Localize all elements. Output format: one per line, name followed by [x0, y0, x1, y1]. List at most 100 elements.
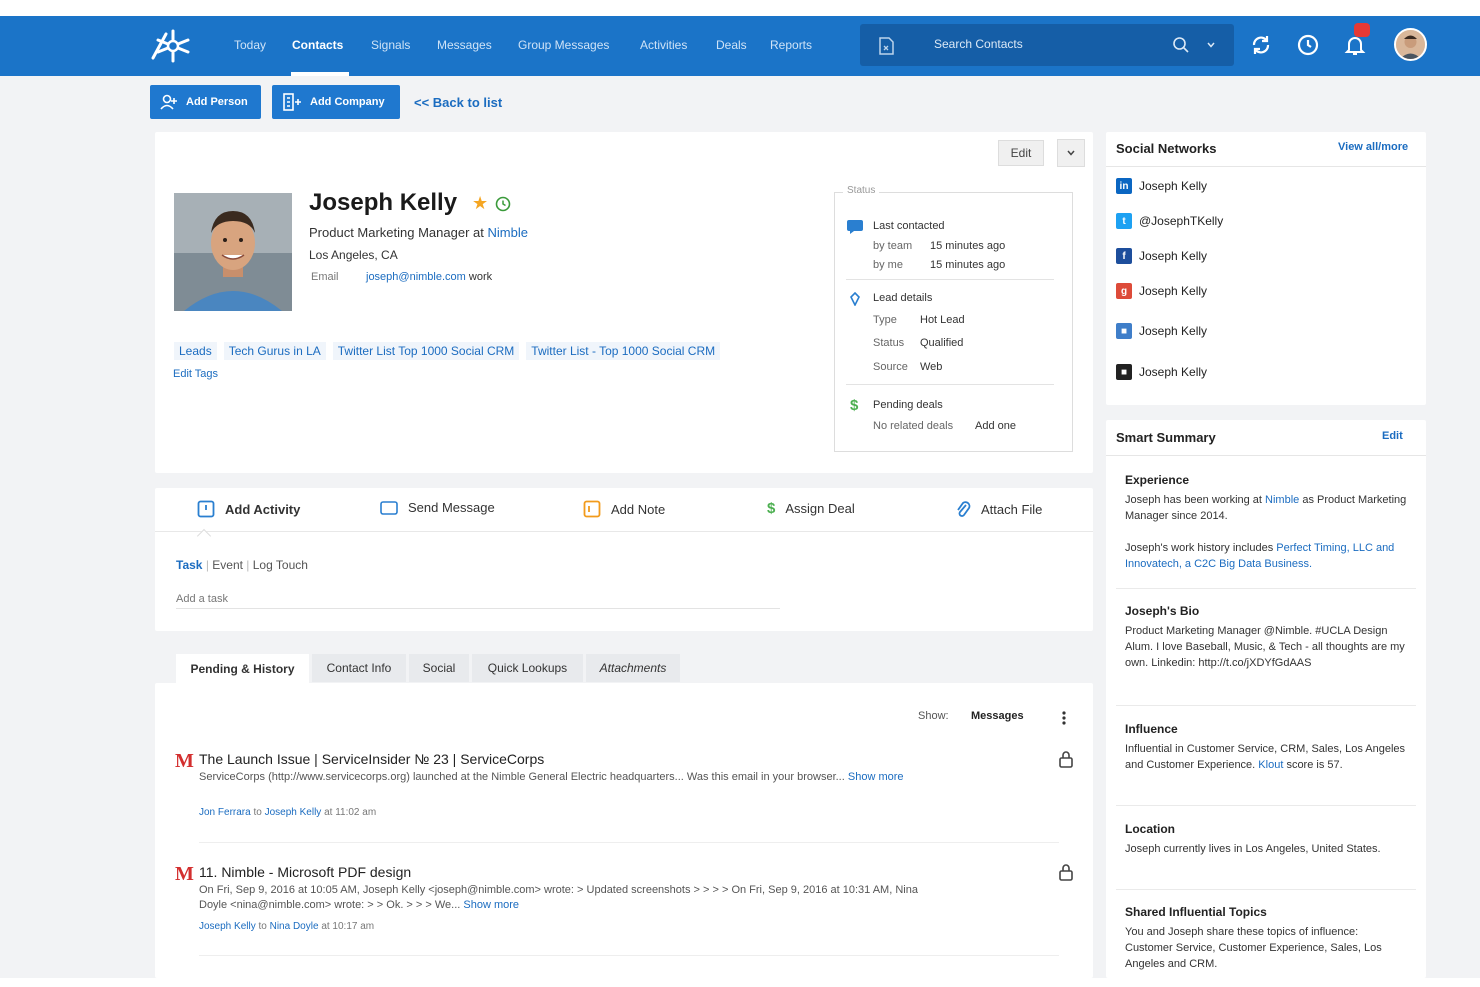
tab-social[interactable]: Social	[409, 654, 469, 682]
nav-deals[interactable]: Deals	[716, 38, 747, 52]
subtab-event[interactable]: Event	[212, 558, 243, 572]
tag-item[interactable]: Twitter List - Top 1000 Social CRM	[526, 342, 721, 360]
assign-deal-button[interactable]: $ Assign Deal	[767, 500, 855, 517]
bio-heading: Joseph's Bio	[1125, 604, 1200, 618]
add-person-button[interactable]: Add Person	[150, 85, 261, 119]
add-note-label: Add Note	[611, 501, 666, 517]
add-deal-link[interactable]: Add one	[975, 420, 1016, 432]
summary-edit-link[interactable]: Edit	[1382, 430, 1403, 442]
clock-icon[interactable]	[1296, 33, 1320, 57]
nav-messages[interactable]: Messages	[437, 38, 492, 52]
subtab-log-touch[interactable]: Log Touch	[253, 558, 308, 572]
message-meta: Joseph Kelly to Nina Doyle at 10:17 am	[199, 921, 375, 932]
social-item-twitter[interactable]: t @JosephTKelly	[1116, 213, 1223, 229]
show-filter-select[interactable]: Messages	[971, 710, 1024, 722]
add-activity-button[interactable]: Add Activity	[197, 500, 300, 518]
message-to[interactable]: Nina Doyle	[270, 921, 319, 932]
social-item-linkedin[interactable]: in Joseph Kelly	[1116, 178, 1207, 194]
experience-text: Joseph has been working at Nimble as Pro…	[1125, 492, 1407, 524]
lead-status-value[interactable]: Qualified	[920, 337, 963, 349]
edit-dropdown-button[interactable]	[1057, 139, 1085, 167]
tag-item[interactable]: Twitter List Top 1000 Social CRM	[332, 342, 520, 360]
social-item-label: Joseph Kelly	[1139, 324, 1208, 338]
message-body: On Fri, Sep 9, 2016 at 10:05 AM, Joseph …	[199, 883, 935, 913]
attach-file-button[interactable]: Attach File	[955, 500, 1042, 518]
add-note-button[interactable]: Add Note	[583, 500, 665, 518]
lead-source-value[interactable]: Web	[920, 361, 942, 373]
email-link[interactable]: joseph@nimble.com	[366, 271, 466, 283]
assign-deal-label: Assign Deal	[785, 501, 855, 516]
klout-link[interactable]: Klout	[1258, 759, 1283, 771]
klout-score: score is 57.	[1286, 759, 1343, 771]
social-item-foursquare[interactable]: ■ Joseph Kelly	[1116, 323, 1207, 339]
attach-file-label: Attach File	[981, 501, 1043, 517]
bio-text: Product Marketing Manager @Nimble. #UCLA…	[1125, 625, 1405, 669]
contact-photo-image	[174, 193, 292, 311]
send-message-button[interactable]: Send Message	[380, 500, 495, 515]
message-time: at 11:02 am	[324, 807, 377, 818]
message-title[interactable]: 11. Nimble - Microsoft PDF design	[199, 864, 411, 880]
by-me-label: by me	[873, 259, 903, 271]
message-to[interactable]: Joseph Kelly	[265, 807, 322, 818]
nav-activities[interactable]: Activities	[640, 38, 687, 52]
message-from[interactable]: Jon Ferrara	[199, 807, 251, 818]
nav-signals[interactable]: Signals	[371, 38, 410, 52]
back-to-list-link[interactable]: << Back to list	[414, 95, 502, 110]
social-item-label: Joseph Kelly	[1139, 365, 1208, 379]
lead-type-value[interactable]: Hot Lead	[920, 314, 965, 326]
message-icon	[380, 500, 398, 515]
message-title[interactable]: The Launch Issue | ServiceInsider № 23 |…	[199, 751, 544, 767]
search-input[interactable]	[934, 37, 1164, 51]
more-options-icon[interactable]	[1062, 711, 1066, 725]
task-input[interactable]	[176, 589, 780, 609]
email-type: work	[468, 271, 493, 283]
add-person-label: Add Person	[186, 96, 248, 108]
influence-text: Influential in Customer Service, CRM, Sa…	[1125, 741, 1407, 773]
search-icon[interactable]	[1172, 36, 1190, 54]
gmail-icon: M	[175, 863, 194, 885]
message-snippet: On Fri, Sep 9, 2016 at 10:05 AM, Joseph …	[199, 884, 918, 911]
social-item-label: Joseph Kelly	[1139, 249, 1208, 263]
subtab-task[interactable]: Task	[176, 558, 202, 572]
nav-reports[interactable]: Reports	[770, 38, 812, 52]
contact-file-icon[interactable]	[876, 36, 896, 56]
chevron-down-icon[interactable]	[1206, 40, 1216, 50]
add-company-button[interactable]: Add Company	[272, 85, 400, 119]
edit-tags-link[interactable]: Edit Tags	[173, 368, 218, 380]
nav-contacts[interactable]: Contacts	[292, 38, 343, 52]
summary-divider	[1106, 455, 1426, 456]
lock-icon[interactable]	[1058, 750, 1074, 768]
user-avatar[interactable]	[1394, 28, 1427, 61]
tag-item[interactable]: Tech Gurus in LA	[223, 342, 326, 360]
social-view-link[interactable]: View all/more	[1338, 141, 1408, 153]
nav-today[interactable]: Today	[234, 38, 266, 52]
nimble-logo-icon[interactable]	[148, 28, 198, 64]
tab-attachments[interactable]: Attachments	[586, 654, 680, 682]
bottom-margin	[0, 978, 1480, 987]
tag-item[interactable]: Leads	[174, 342, 217, 360]
favorite-star-icon[interactable]: ★	[472, 193, 488, 214]
activity-divider	[155, 531, 1093, 532]
message-icon	[847, 220, 863, 234]
company-link[interactable]: Nimble	[1265, 494, 1299, 506]
social-item-facebook[interactable]: f Joseph Kelly	[1116, 248, 1207, 264]
edit-button[interactable]: Edit	[998, 140, 1044, 166]
show-more-link[interactable]: Show more	[463, 899, 519, 911]
network-icon: ■	[1116, 364, 1132, 380]
location-text: Joseph currently lives in Los Angeles, U…	[1125, 843, 1381, 855]
reminder-clock-icon[interactable]	[495, 196, 511, 212]
nav-group-messages[interactable]: Group Messages	[518, 38, 609, 52]
show-more-link[interactable]: Show more	[848, 771, 904, 783]
social-item-other[interactable]: ■ Joseph Kelly	[1116, 364, 1207, 380]
message-divider	[199, 955, 1059, 956]
last-contacted-label: Last contacted	[873, 220, 945, 232]
tab-quick-lookups[interactable]: Quick Lookups	[472, 654, 583, 682]
social-item-label: Joseph Kelly	[1139, 179, 1208, 193]
tab-pending-history[interactable]: Pending & History	[176, 654, 309, 684]
message-from[interactable]: Joseph Kelly	[199, 921, 256, 932]
social-item-google-plus[interactable]: g Joseph Kelly	[1116, 283, 1207, 299]
sync-icon[interactable]	[1249, 33, 1273, 57]
lock-icon[interactable]	[1058, 863, 1074, 881]
company-link[interactable]: Nimble	[488, 225, 528, 240]
tab-contact-info[interactable]: Contact Info	[312, 654, 406, 682]
